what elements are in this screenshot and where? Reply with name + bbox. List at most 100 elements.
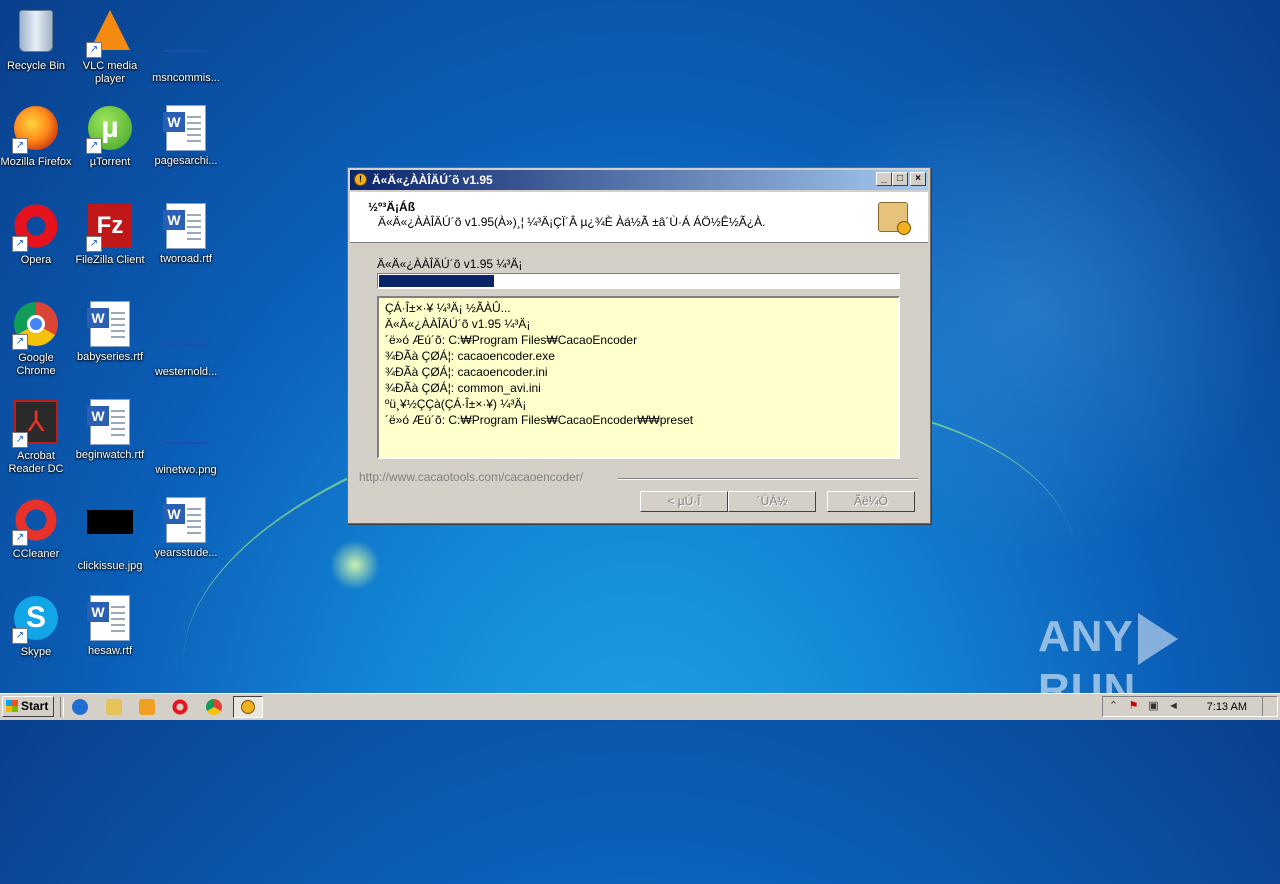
volume-icon[interactable]: ◄: [1167, 700, 1180, 713]
minimize-button[interactable]: _: [876, 172, 892, 186]
tray-expand-icon[interactable]: ⌃: [1107, 700, 1120, 713]
media-player-icon[interactable]: [139, 699, 155, 715]
desktop-icon-label: hesaw.rtf: [87, 645, 133, 657]
desktop-icon-acrobat[interactable]: ⅄ ↗ Acrobat Reader DC: [0, 398, 74, 476]
word-document-icon: [87, 301, 130, 347]
desktop-icon-label: westernold...: [154, 366, 218, 378]
shortcut-arrow-icon: ↗: [12, 432, 28, 448]
desktop-icon-opera[interactable]: ↗ Opera: [0, 202, 74, 267]
desktop-icon-label: Recycle Bin: [6, 60, 66, 72]
back-button[interactable]: < µÚ·Î: [640, 491, 728, 512]
start-button[interactable]: Start: [2, 696, 54, 717]
desktop-icon-firefox[interactable]: ↗ Mozilla Firefox: [0, 104, 74, 169]
window-controls: _ □ ×: [876, 172, 926, 186]
desktop-icon-label: µTorrent: [89, 156, 131, 168]
shortcut-arrow-icon: ↗: [12, 138, 28, 154]
windows-flag-icon: [6, 700, 18, 712]
desktop-icon-msncommis[interactable]: msncommis...: [148, 6, 224, 85]
taskbar-separator: [60, 697, 64, 717]
branding-url: http://www.cacaotools.com/cacaoencoder/: [359, 470, 584, 484]
desktop-icon-ccleaner[interactable]: ↗ CCleaner: [0, 496, 74, 561]
desktop-icon-label: tworoad.rtf: [160, 253, 212, 265]
word-document-icon: [163, 497, 206, 543]
desktop-icon-pagesarchi[interactable]: pagesarchi...: [148, 104, 224, 168]
chrome-taskbar-icon[interactable]: [206, 699, 222, 715]
desktop-icon-vlc[interactable]: ↗ VLC media player: [72, 6, 148, 86]
progress-fill: [379, 275, 494, 287]
desktop-icon-utorrent[interactable]: µ ↗ µTorrent: [72, 104, 148, 169]
show-desktop-button[interactable]: [1262, 697, 1277, 716]
title-bar[interactable]: ! Ä«Ä«¿ÀÀÎÄÚ´õ v1.95 _ □ ×: [350, 170, 928, 190]
header-title: ½º³Ä¡Áß: [368, 200, 416, 214]
desktop-icon-beginwatch[interactable]: beginwatch.rtf: [72, 398, 148, 462]
maximize-button[interactable]: □: [892, 172, 908, 186]
desktop-icon-clickissue[interactable]: clickissue.jpg: [72, 496, 148, 573]
progress-bar: [377, 273, 900, 289]
taskbar: Start ⌃ ⚑ ▣ ◄ 7:13 AM: [0, 693, 1280, 720]
word-document-icon: [87, 595, 130, 641]
next-button[interactable]: ´ÙÀ½: [728, 491, 816, 512]
cancel-button[interactable]: Ãë¼Ò: [827, 491, 915, 512]
status-text: Ä«Ä«¿ÀÀÎÄÚ´õ v1.95 ¼³Ä¡: [377, 257, 523, 271]
network-icon[interactable]: ▣: [1147, 700, 1160, 713]
file-icon: [164, 316, 208, 346]
file-explorer-icon[interactable]: [106, 699, 122, 715]
wallpaper-sparkle: [330, 540, 380, 590]
log-line: ¾ÐÃà ÇØÁ¦: common_avi.ini: [385, 381, 541, 395]
log-line: ´ë»ó Æú´õ: C:₩Program Files₩CacaoEncoder…: [385, 413, 694, 427]
desktop-icon-chrome[interactable]: ↗ Google Chrome: [0, 300, 74, 378]
desktop-icon-yearsstude[interactable]: yearsstude...: [148, 496, 224, 560]
log-line: Ä«Ä«¿ÀÀÎÄÚ´õ v1.95 ¼³Ä¡: [385, 317, 531, 331]
action-center-icon[interactable]: ⚑: [1127, 700, 1140, 713]
desktop-icon-label: Skype: [20, 646, 52, 658]
desktop-icon-label: winetwo.png: [155, 464, 217, 476]
desktop-icon-babyseries[interactable]: babyseries.rtf: [72, 300, 148, 364]
internet-explorer-icon[interactable]: [72, 699, 88, 715]
log-line: ÇÁ·Î±×·¥ ¼³Ä¡ ½ÃÀÛ...: [385, 301, 511, 315]
log-line: ¾ÐÃà ÇØÁ¦: cacaoencoder.exe: [385, 349, 555, 363]
desktop-icon-skype[interactable]: S ↗ Skype: [0, 594, 74, 659]
desktop-icon-westernold[interactable]: westernold...: [148, 300, 224, 379]
shortcut-arrow-icon: ↗: [12, 530, 28, 546]
desktop-icon-label: Opera: [20, 254, 52, 266]
image-thumbnail-icon: [87, 510, 133, 534]
play-logo-icon: [1137, 613, 1178, 666]
start-label: Start: [21, 699, 49, 713]
taskbar-installer-app[interactable]: [233, 696, 263, 718]
shortcut-arrow-icon: ↗: [86, 236, 102, 252]
desktop-icon-recycle-bin[interactable]: Recycle Bin: [0, 6, 74, 73]
desktop-icon-label: beginwatch.rtf: [75, 449, 145, 461]
word-document-icon: [163, 105, 206, 151]
opera-taskbar-icon[interactable]: [172, 699, 188, 715]
shortcut-arrow-icon: ↗: [12, 628, 28, 644]
desktop-icon-label: clickissue.jpg: [77, 560, 143, 572]
shortcut-arrow-icon: ↗: [86, 138, 102, 154]
desktop-icon-label: VLC media player: [82, 60, 138, 85]
shortcut-arrow-icon: ↗: [86, 42, 102, 58]
desktop-icon-hesaw[interactable]: hesaw.rtf: [72, 594, 148, 658]
desktop-icon-label: Mozilla Firefox: [0, 156, 72, 168]
image-file-icon: [164, 414, 208, 444]
word-document-icon: [163, 203, 206, 249]
installer-box-icon: [878, 202, 911, 235]
watermark-left: ANY: [1038, 612, 1134, 661]
desktop-icon-label: msncommis...: [152, 72, 220, 84]
file-icon: [164, 22, 208, 52]
desktop-icon-filezilla[interactable]: Fz ↗ FileZilla Client: [72, 202, 148, 267]
wizard-header: ½º³Ä¡Áß Ä«Ä«¿ÀÀÎÄÚ´õ v1.95(À»)¸¦ ¼³Ä¡ÇÏ´…: [350, 192, 928, 243]
close-button[interactable]: ×: [910, 172, 926, 186]
desktop-icon-label: FileZilla Client: [75, 254, 145, 266]
desktop-icon-winetwo[interactable]: winetwo.png: [148, 398, 224, 477]
log-line: ´ë»ó Æú´õ: C:₩Program Files₩CacaoEncoder: [385, 333, 638, 347]
desktop-icon-label: Acrobat Reader DC: [8, 450, 64, 475]
desktop-icon-label: CCleaner: [12, 548, 60, 560]
footer-divider: [618, 478, 918, 480]
clock[interactable]: 7:13 AM: [1207, 698, 1247, 717]
installer-window: ! Ä«Ä«¿ÀÀÎÄÚ´õ v1.95 _ □ × ½º³Ä¡Áß Ä«Ä«¿…: [347, 167, 931, 524]
log-line: ¾ÐÃà ÇØÁ¦: cacaoencoder.ini: [385, 365, 548, 379]
shortcut-arrow-icon: ↗: [12, 334, 28, 350]
desktop-icon-tworoad[interactable]: tworoad.rtf: [148, 202, 224, 266]
install-log[interactable]: ÇÁ·Î±×·¥ ¼³Ä¡ ½ÃÀÛ... Ä«Ä«¿ÀÀÎÄÚ´õ v1.95…: [377, 296, 900, 459]
installer-app-icon: !: [354, 173, 367, 186]
header-subtitle: Ä«Ä«¿ÀÀÎÄÚ´õ v1.95(À»)¸¦ ¼³Ä¡ÇÏ´Â µ¿¾È À…: [378, 215, 766, 229]
